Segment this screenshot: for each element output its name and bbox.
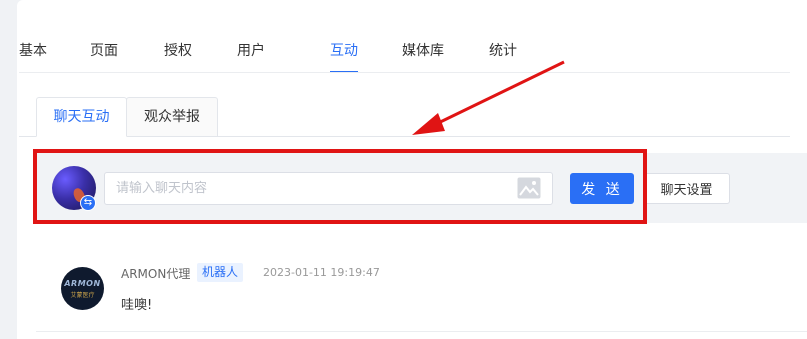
avatar-logo-text: ARMON (64, 279, 101, 288)
main-tab-divider (19, 72, 790, 73)
robot-badge: 机器人 (197, 263, 244, 282)
tab-basic[interactable]: 基本 (19, 40, 47, 60)
tab-users[interactable]: 用户 (237, 40, 265, 60)
tab-authorization[interactable]: 授权 (164, 40, 192, 60)
message-text: 哇噢! (121, 298, 153, 313)
subtab-audience-reports[interactable]: 观众举报 (126, 97, 218, 137)
message-avatar[interactable]: ARMON 艾蒙医疗 (61, 267, 104, 310)
chat-settings-button[interactable]: 聊天设置 (643, 173, 730, 204)
message-divider (36, 331, 807, 332)
avatar-logo-subtext: 艾蒙医疗 (70, 292, 95, 299)
tab-page[interactable]: 页面 (90, 40, 118, 60)
tab-media-library[interactable]: 媒体库 (402, 40, 444, 60)
message-timestamp: 2023-01-11 19:19:47 (263, 266, 380, 279)
annotation-highlight-box (33, 149, 647, 224)
tab-interaction[interactable]: 互动 (330, 40, 358, 60)
tab-statistics[interactable]: 统计 (489, 40, 517, 60)
subtab-divider (19, 136, 790, 137)
subtab-chat-interaction[interactable]: 聊天互动 (36, 97, 127, 137)
message-sender-name: ARMON代理 (121, 267, 191, 281)
